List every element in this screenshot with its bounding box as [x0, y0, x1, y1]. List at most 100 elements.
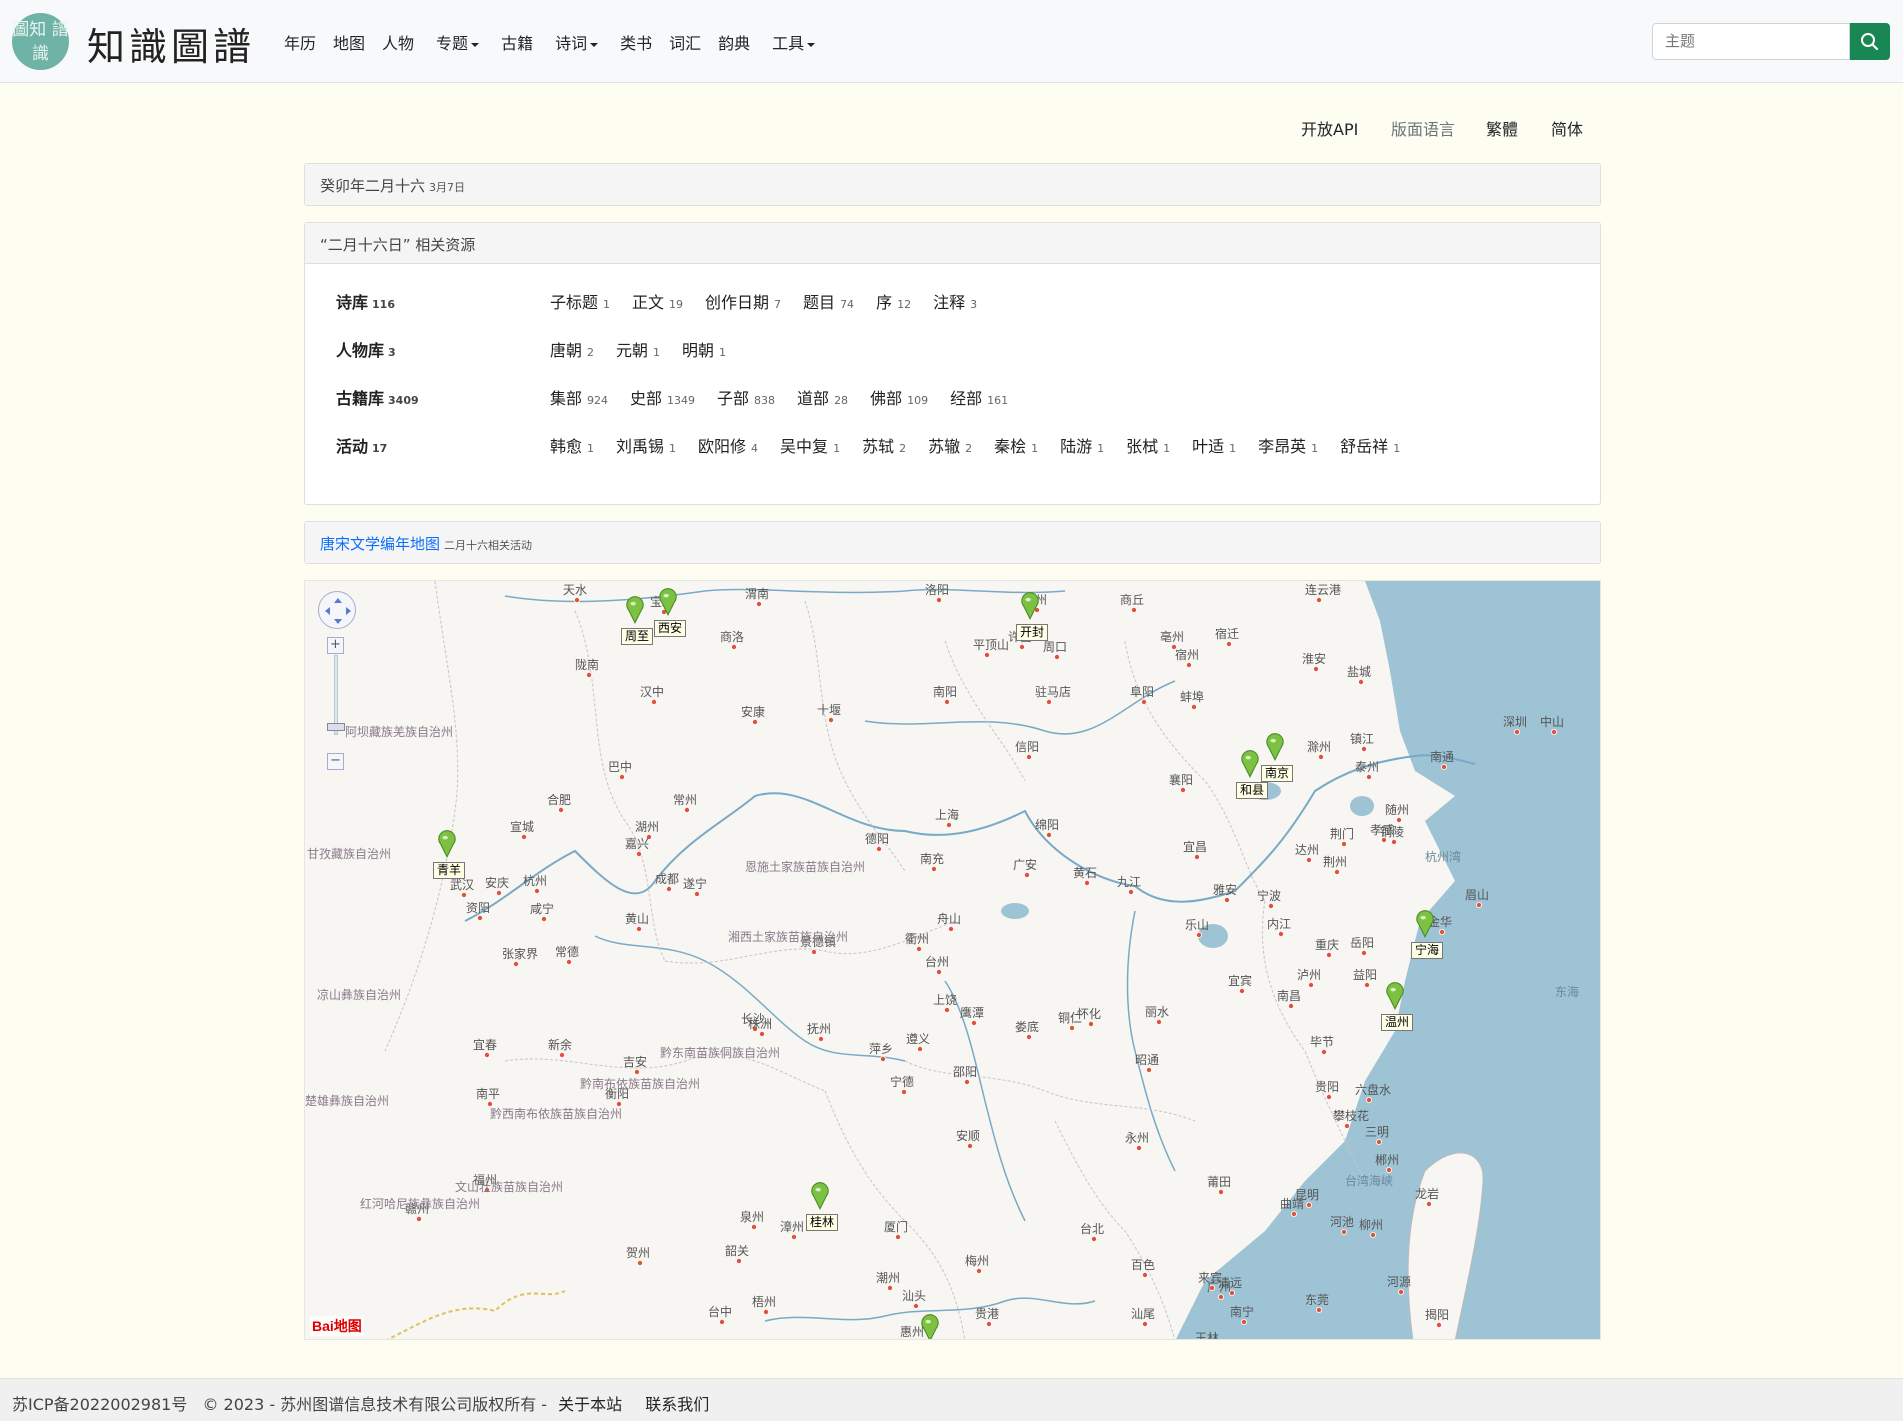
city-label: 合肥	[547, 792, 571, 807]
city-dot	[1366, 1097, 1373, 1104]
resource-item[interactable]: 陆游 1	[1060, 433, 1104, 457]
resource-item[interactable]: 唐朝 2	[550, 337, 594, 361]
map-marker-label[interactable]: 南京	[1261, 765, 1294, 782]
map-card-header: 唐宋文学编年地图 二月十六相关活动	[305, 522, 1600, 563]
simplified-chinese-link[interactable]: 简体	[1551, 116, 1583, 140]
resource-item[interactable]: 史部 1349	[630, 385, 695, 409]
map-marker-pin-icon[interactable]	[658, 587, 678, 617]
region-label: 文山壮族苗族自治州	[455, 1179, 563, 1194]
map-marker-label[interactable]: 桂林	[806, 1214, 839, 1231]
resource-item[interactable]: 欧阳修 4	[698, 433, 758, 457]
traditional-chinese-link[interactable]: 繁體	[1486, 116, 1518, 140]
about-link[interactable]: 关于本站	[558, 1395, 622, 1414]
resource-item[interactable]: 创作日期 7	[705, 289, 781, 313]
resource-item[interactable]: 苏轼 2	[862, 433, 906, 457]
map-pan-control[interactable]	[318, 591, 356, 629]
map-marker-pin-icon[interactable]	[625, 595, 645, 625]
resource-row: 诗库 116 子标题 1 正文 19 创作日期 7 题目 74 序 12 注释 3	[336, 289, 1576, 319]
resource-items: 子标题 1 正文 19 创作日期 7 题目 74 序 12 注释 3	[550, 289, 999, 313]
resource-item[interactable]: 经部 161	[950, 385, 1008, 409]
zoom-slider-handle[interactable]	[327, 723, 345, 731]
city-dot	[1370, 1232, 1377, 1239]
nav-item-topics[interactable]: 专题	[436, 30, 480, 54]
open-api-link[interactable]: 开放API	[1301, 116, 1358, 140]
resource-item[interactable]: 注释 3	[933, 289, 977, 313]
city-dot	[1024, 871, 1031, 878]
resource-item[interactable]: 张栻 1	[1126, 433, 1170, 457]
city-label: 安顺	[956, 1128, 980, 1143]
map-marker-label[interactable]: 和县	[1236, 782, 1269, 799]
nav-item-ancient-books[interactable]: 古籍	[501, 30, 533, 54]
contact-link[interactable]: 联系我们	[645, 1395, 709, 1414]
map-marker-pin-icon[interactable]	[1385, 981, 1405, 1011]
city-dot	[650, 699, 657, 706]
city-label: 广州	[1207, 1280, 1231, 1294]
resource-item[interactable]: 子标题 1	[550, 289, 610, 313]
resource-item[interactable]: 舒岳祥 1	[1340, 433, 1400, 457]
map-marker-label[interactable]: 青羊	[433, 862, 466, 879]
map-marker-pin-icon[interactable]	[437, 829, 457, 859]
map-view[interactable]: 天水宝鸡渭南洛阳郑州商丘连云港陇南商洛平顶山许昌周口亳州宿州宿迁淮安汉中南阳驻马…	[304, 580, 1601, 1340]
resource-item[interactable]: 秦桧 1	[994, 433, 1038, 457]
nav-item-rhyme-dictionary[interactable]: 韵典	[718, 30, 750, 54]
resource-category[interactable]: 活动 17	[336, 433, 387, 457]
map-marker-pin-icon[interactable]	[1240, 749, 1260, 779]
zoom-in-button[interactable]: +	[327, 637, 344, 654]
city-dot	[1344, 1123, 1351, 1130]
search-button[interactable]	[1850, 23, 1890, 60]
literature-map-link[interactable]: 唐宋文学编年地图	[320, 535, 440, 553]
nav-item-vocabulary[interactable]: 词汇	[669, 30, 701, 54]
resource-item[interactable]: 叶适 1	[1192, 433, 1236, 457]
resource-item-count: 74	[840, 298, 855, 311]
city-label: 漳州	[780, 1219, 804, 1234]
resource-item[interactable]: 苏辙 2	[928, 433, 972, 457]
resource-item[interactable]: 刘禹锡 1	[616, 433, 676, 457]
logo-seal[interactable]: 圖知 譜識	[12, 13, 69, 70]
resource-item[interactable]: 序 12	[876, 289, 911, 313]
map-marker-label[interactable]: 温州	[1381, 1014, 1414, 1031]
map-marker-label[interactable]: 西安	[654, 620, 687, 637]
resource-item-count: 1349	[667, 394, 696, 407]
resource-category[interactable]: 人物库 3	[336, 337, 396, 361]
resource-item[interactable]: 道部 28	[797, 385, 848, 409]
city-dot	[730, 644, 737, 651]
resource-item[interactable]: 元朝 1	[616, 337, 660, 361]
resource-item[interactable]: 明朝 1	[682, 337, 726, 361]
city-label: 南阳	[933, 684, 957, 699]
site-logo-text[interactable]: 知識圖譜	[87, 16, 255, 71]
resource-item[interactable]: 李昂英 1	[1258, 433, 1318, 457]
nav-item-map[interactable]: 地图	[333, 30, 365, 54]
solar-date: 3月7日	[429, 181, 466, 194]
resource-item[interactable]: 吴中复 1	[780, 433, 840, 457]
resource-item[interactable]: 集部 924	[550, 385, 608, 409]
resource-item[interactable]: 子部 838	[717, 385, 775, 409]
resource-item[interactable]: 题目 74	[803, 289, 854, 313]
map-marker-pin-icon[interactable]	[1020, 591, 1040, 621]
resource-category[interactable]: 古籍库 3409	[336, 385, 419, 409]
map-marker-pin-icon[interactable]	[1415, 909, 1435, 939]
nav-item-calendar[interactable]: 年历	[284, 30, 316, 54]
city-label: 九江	[1117, 875, 1141, 889]
map-marker-label[interactable]: 周至	[621, 628, 654, 645]
zoom-out-button[interactable]: −	[327, 753, 344, 770]
resource-category[interactable]: 诗库 116	[336, 289, 395, 313]
city-dot	[1476, 901, 1483, 908]
nav-item-people[interactable]: 人物	[382, 30, 414, 54]
city-label: 达州	[1295, 843, 1319, 857]
resource-item[interactable]: 韩愈 1	[550, 433, 594, 457]
map-marker-pin-icon[interactable]	[810, 1181, 830, 1211]
icp-number[interactable]: 苏ICP备2022002981号	[12, 1395, 187, 1414]
nav-item-poetry[interactable]: 诗词	[555, 30, 599, 54]
map-marker-label[interactable]: 开封	[1016, 624, 1049, 641]
nav-item-tools[interactable]: 工具	[772, 30, 816, 54]
city-label: 广安	[1013, 857, 1037, 872]
map-marker-label[interactable]: 宁海	[1411, 942, 1444, 959]
nav-item-encyclopedias[interactable]: 类书	[620, 30, 652, 54]
map-marker-pin-icon[interactable]	[920, 1313, 940, 1340]
map-canvas[interactable]: 天水宝鸡渭南洛阳郑州商丘连云港陇南商洛平顶山许昌周口亳州宿州宿迁淮安汉中南阳驻马…	[305, 581, 1601, 1340]
search-input[interactable]	[1652, 23, 1850, 60]
resource-item[interactable]: 佛部 109	[870, 385, 928, 409]
map-marker-pin-icon[interactable]	[1265, 732, 1285, 762]
resource-item[interactable]: 正文 19	[632, 289, 683, 313]
chevron-down-icon	[590, 42, 599, 47]
